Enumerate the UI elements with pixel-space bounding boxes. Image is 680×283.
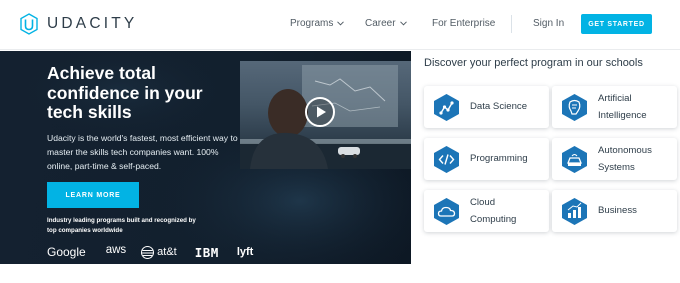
get-started-button[interactable]: GET STARTED bbox=[581, 14, 652, 34]
school-card-label: Autonomous Systems bbox=[598, 145, 652, 173]
nav-programs-label: Programs bbox=[290, 18, 334, 29]
nav-career[interactable]: Career bbox=[365, 18, 407, 29]
hero-video[interactable] bbox=[240, 61, 411, 169]
cloud-icon bbox=[434, 198, 459, 225]
nav-career-label: Career bbox=[365, 18, 396, 29]
udacity-u-icon bbox=[20, 13, 38, 35]
top-nav-bar: UDACITY Programs Career For Enterprise S… bbox=[0, 0, 680, 50]
school-card-label: Business bbox=[598, 205, 637, 216]
school-card-cloud-computing[interactable]: Cloud Computing bbox=[424, 190, 549, 232]
att-logo: at&t bbox=[157, 246, 177, 258]
programming-icon bbox=[434, 146, 459, 173]
nav-for-enterprise[interactable]: For Enterprise bbox=[432, 18, 495, 29]
sign-in-link[interactable]: Sign In bbox=[533, 18, 564, 29]
school-card-label: Artificial Intelligence bbox=[598, 93, 647, 121]
ibm-logo: IBM bbox=[194, 244, 219, 260]
school-card-autonomous-systems[interactable]: Autonomous Systems bbox=[552, 138, 677, 180]
nav-programs[interactable]: Programs bbox=[290, 18, 345, 29]
learn-more-button[interactable]: LEARN MORE bbox=[47, 182, 139, 208]
nav-divider bbox=[511, 15, 512, 33]
school-card-artificial-intelligence[interactable]: Artificial Intelligence bbox=[552, 86, 677, 128]
hero-banner: Achieve total confidence in your tech sk… bbox=[0, 51, 411, 264]
nav-enterprise-label: For Enterprise bbox=[432, 18, 496, 29]
logo-text: UDACITY bbox=[47, 15, 138, 32]
ai-icon bbox=[562, 94, 587, 121]
business-icon bbox=[562, 198, 587, 225]
lyft-logo: lyft bbox=[236, 246, 254, 258]
play-button[interactable] bbox=[305, 97, 335, 127]
data-science-icon bbox=[434, 94, 459, 121]
chevron-down-icon bbox=[399, 21, 407, 26]
school-card-label: Programming bbox=[470, 153, 528, 164]
school-card-programming[interactable]: Programming bbox=[424, 138, 549, 180]
schools-heading: Discover your perfect program in our sch… bbox=[424, 57, 643, 69]
udacity-logo[interactable]: UDACITY bbox=[20, 13, 137, 35]
partner-logos: Google aws at&t IBM lyft bbox=[47, 244, 253, 260]
google-logo: Google bbox=[47, 245, 86, 259]
school-card-business[interactable]: Business bbox=[552, 190, 677, 232]
aws-logo: aws bbox=[105, 244, 127, 256]
autonomous-icon bbox=[562, 146, 587, 173]
att-globe-icon bbox=[141, 245, 155, 259]
hero-title: Achieve total confidence in your tech sk… bbox=[47, 63, 203, 122]
play-icon bbox=[317, 106, 326, 118]
school-card-label: Cloud Computing bbox=[470, 197, 517, 225]
industry-text: Industry leading programs built and reco… bbox=[47, 217, 196, 234]
school-card-data-science[interactable]: Data Science bbox=[424, 86, 549, 128]
chevron-down-icon bbox=[337, 21, 345, 26]
hero-description: Udacity is the world's fastest, most eff… bbox=[47, 133, 238, 171]
school-card-label: Data Science bbox=[470, 101, 528, 112]
